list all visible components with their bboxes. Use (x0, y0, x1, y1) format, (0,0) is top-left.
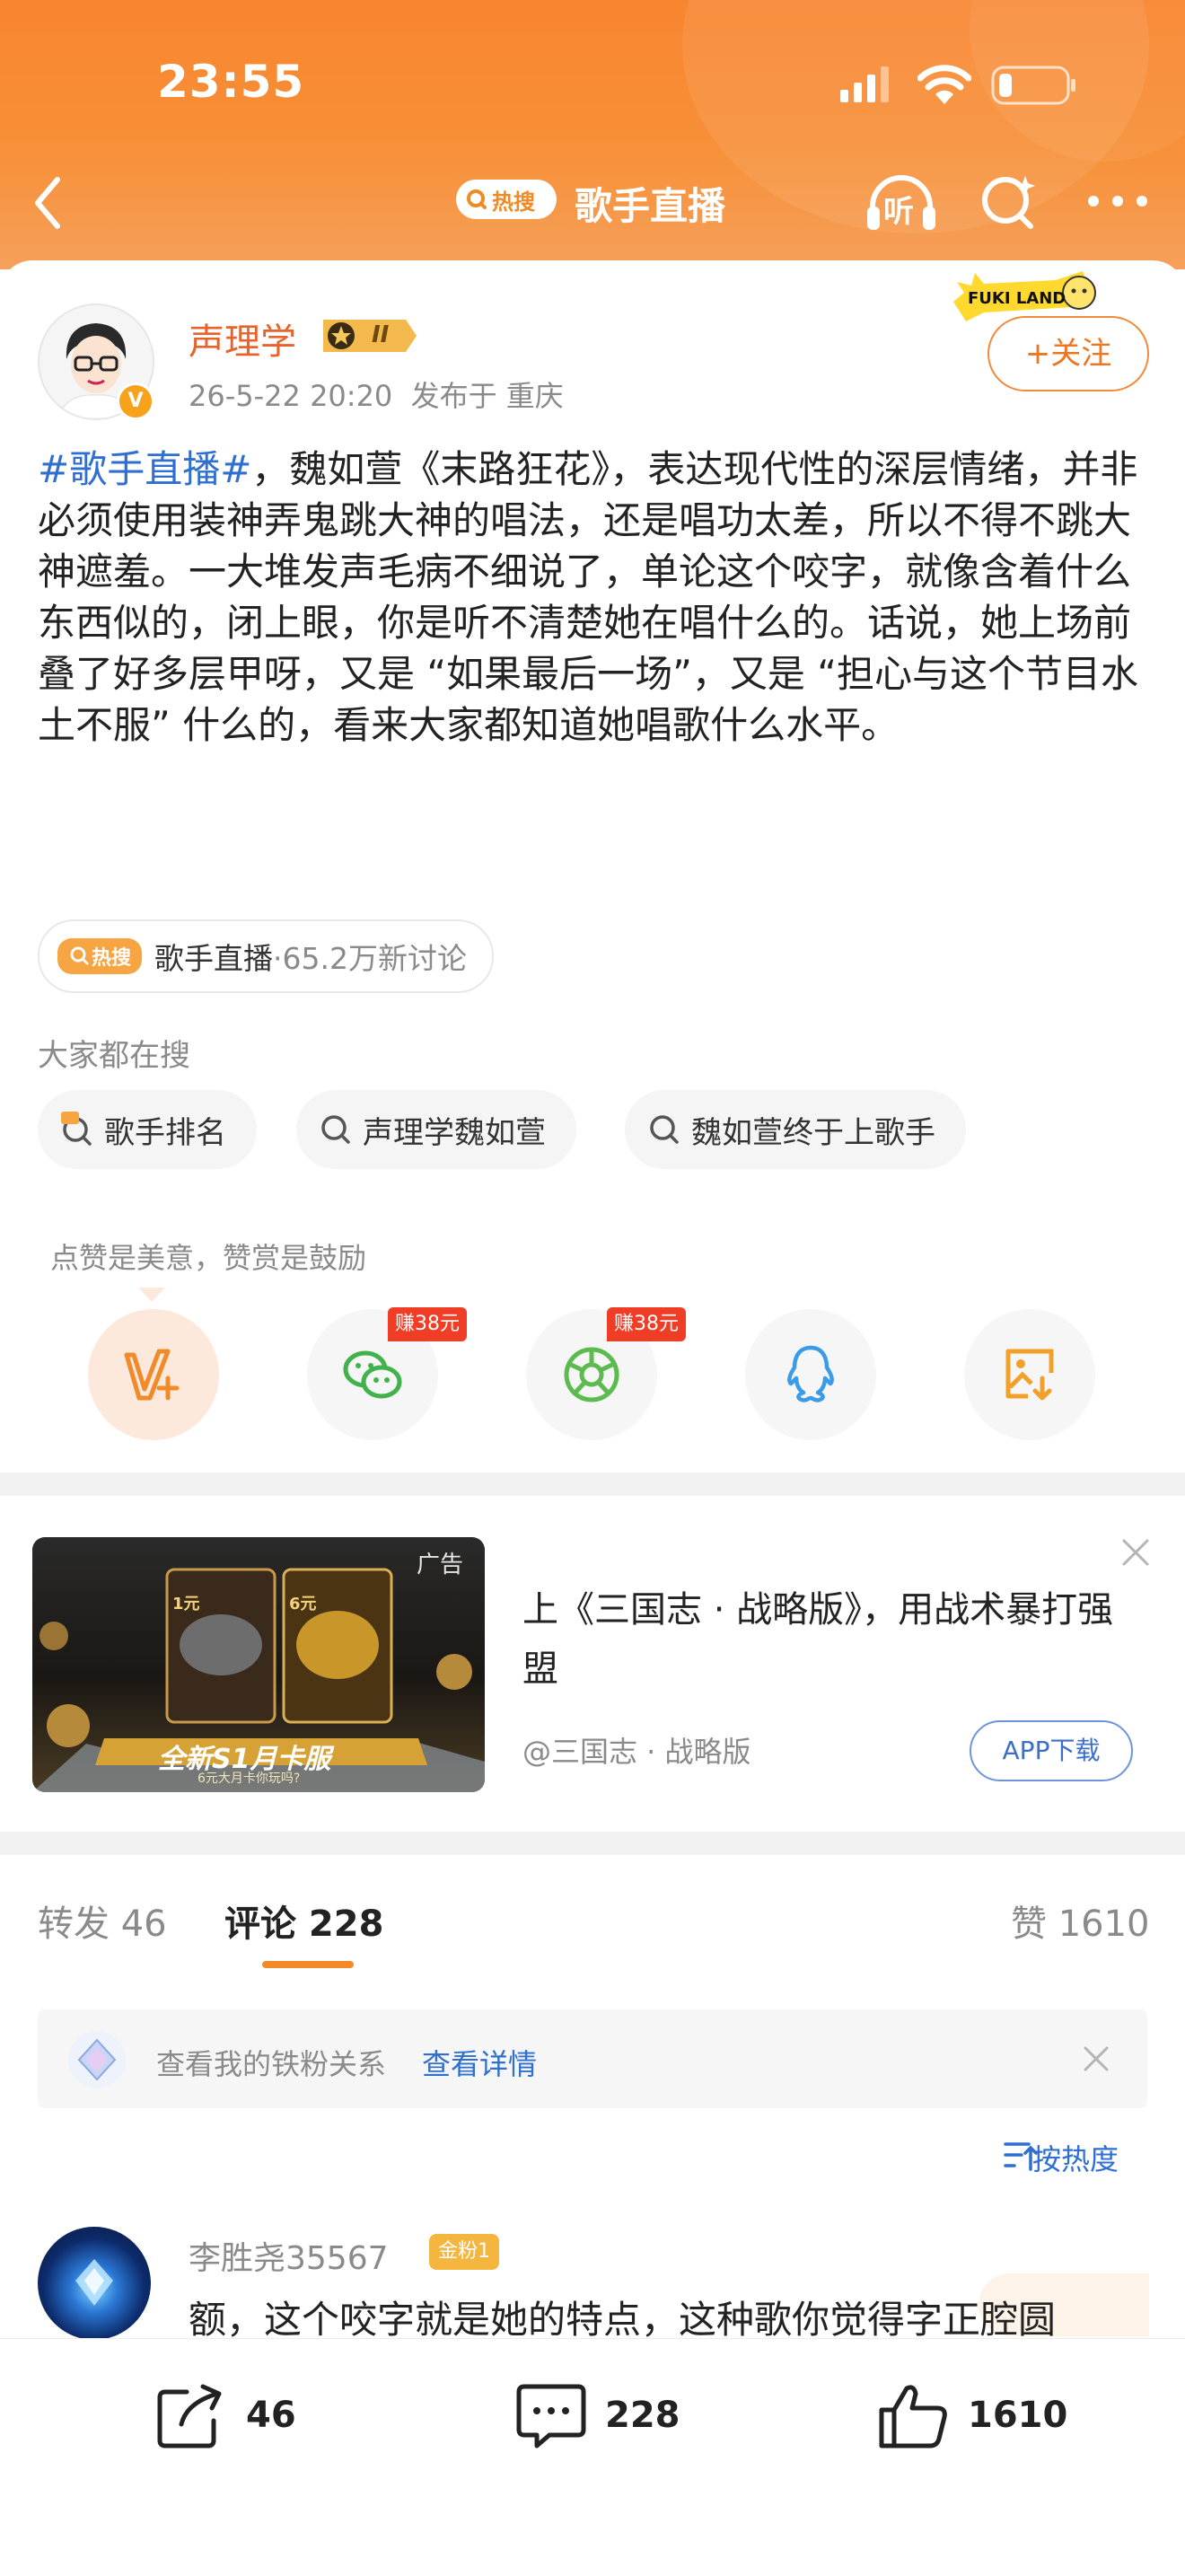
reward-v-icon (124, 1349, 180, 1401)
topic-pill[interactable]: 热搜 歌手直播 ·65.2万新讨论 (38, 919, 494, 993)
post-hashtag[interactable]: #歌手直播# (38, 447, 251, 491)
repost-count: 46 (246, 2395, 296, 2436)
ad-source: @三国志 · 战略版 (522, 1735, 751, 1769)
post-meta: 26-5-22 20:20 发布于 重庆 (189, 374, 564, 415)
wifi-icon (917, 65, 971, 104)
earn-badge: 赚38元 (388, 1307, 467, 1341)
search-chip[interactable]: 歌手排名 (38, 1090, 257, 1169)
comment-button[interactable]: 228 (515, 2379, 680, 2451)
search-chip-label: 歌手排名 (104, 1114, 226, 1151)
hot-search-pill[interactable]: 热搜 (456, 180, 557, 219)
qq-icon (787, 1345, 834, 1402)
post-body: #歌手直播#，魏如萱《末路狂花》，表达现代性的深层情绪，并非必须使用装神弄鬼跳大… (38, 444, 1151, 751)
comment-count: 228 (605, 2395, 680, 2436)
comment-text: 额，这个咬字就是她的特点，这种歌你觉得字正腔圆 (189, 2298, 1057, 2342)
ad-label: 广告 (417, 1552, 464, 1578)
like-button[interactable]: 1610 (878, 2379, 1067, 2451)
ad-price-2: 6元 (289, 1595, 317, 1613)
pointer-icon (138, 1288, 165, 1302)
tab-repost[interactable]: 转发 46 (38, 1895, 167, 1947)
search-chip-label: 魏如萱终于上歌手 (691, 1114, 935, 1151)
verified-badge: V (117, 382, 154, 420)
listen-button[interactable]: 听 (864, 171, 939, 235)
earn-badge: 赚38元 (607, 1307, 686, 1341)
rank-label: II (372, 321, 390, 348)
fan-detail-link[interactable]: 查看详情 (422, 2042, 537, 2083)
topic-hot-badge: 热搜 (57, 938, 143, 974)
search-star-icon[interactable] (979, 171, 1041, 233)
status-time: 23:55 (157, 56, 305, 108)
like-count: 1610 (968, 2395, 1068, 2436)
fan-level-badge: 金粉1 (429, 2234, 499, 2270)
post-text: ，魏如萱《末路狂花》，表达现代性的深层情绪，并非必须使用装神弄鬼跳大神的唱法，还… (38, 447, 1138, 747)
search-section-label: 大家都在搜 (38, 1038, 190, 1074)
repost-icon (157, 2384, 222, 2449)
wechat-icon (343, 1350, 402, 1399)
hot-search-icon (61, 1112, 92, 1146)
close-icon[interactable] (1083, 2045, 1110, 2072)
sort-by-hot[interactable]: 按热度 (1032, 2137, 1119, 2178)
section-divider (0, 1473, 1185, 1496)
fan-relation-text: 查看我的铁粉关系 (156, 2047, 387, 2081)
listen-label: 听 (883, 194, 914, 230)
search-icon (650, 1115, 679, 1144)
search-chip[interactable]: 魏如萱终于上歌手 (625, 1090, 966, 1169)
sticker-text: FUKI LAND (968, 289, 1066, 308)
tab-comments[interactable]: 评论 228 (224, 1895, 383, 1947)
diamond-icon (68, 2031, 126, 2088)
ad-title[interactable]: 上《三国志 · 战略版》，用战术暴打强盟 (522, 1580, 1115, 1699)
commenter-avatar[interactable] (38, 2227, 151, 2340)
search-icon (467, 189, 487, 209)
follow-button[interactable]: +关注 (988, 316, 1149, 391)
section-divider (0, 1832, 1185, 1855)
search-chip-label: 声理学魏如萱 (363, 1114, 546, 1151)
ad-banner-sub: 6元大月卡你玩吗? (198, 1772, 301, 1786)
topic-hot-label: 热搜 (92, 947, 132, 970)
reward-button[interactable] (88, 1309, 219, 1440)
moments-icon (564, 1347, 619, 1402)
search-icon (70, 946, 89, 965)
search-chip[interactable]: 声理学魏如萱 (296, 1090, 576, 1169)
rank-badge: II (320, 316, 420, 356)
repost-button[interactable]: 46 (156, 2379, 296, 2451)
bottom-action-bar (0, 2338, 1185, 2576)
close-icon[interactable] (1120, 1537, 1151, 1568)
save-image-icon (1005, 1349, 1054, 1401)
ad-price-1: 1元 (172, 1595, 200, 1613)
topic-stats: ·65.2万新讨论 (273, 941, 467, 976)
post-location: 发布于 重庆 (410, 379, 564, 413)
battery-icon (991, 66, 1075, 105)
app-download-button[interactable]: APP下载 (970, 1720, 1133, 1781)
active-tab-indicator (262, 1961, 354, 1968)
save-image-button[interactable] (964, 1309, 1095, 1440)
comment-icon (516, 2384, 586, 2449)
tab-likes[interactable]: 赞 1610 (1011, 1895, 1150, 1947)
page-title: 歌手直播 (575, 184, 726, 228)
more-icon[interactable] (1086, 192, 1149, 210)
reward-label: 点赞是美意，赞赏是鼓励 (50, 1241, 367, 1275)
author-name[interactable]: 声理学 (189, 312, 296, 365)
hot-label: 热搜 (492, 189, 535, 215)
topic-name: 歌手直播 (154, 941, 274, 976)
thumbs-up-icon (879, 2385, 947, 2449)
back-icon[interactable] (31, 176, 66, 230)
commenter-name[interactable]: 李胜尧35567 (189, 2232, 389, 2279)
search-icon (321, 1115, 350, 1144)
post-date: 26-5-22 20:20 (189, 379, 393, 413)
share-qq-button[interactable] (745, 1309, 876, 1440)
signal-icon (840, 66, 889, 102)
